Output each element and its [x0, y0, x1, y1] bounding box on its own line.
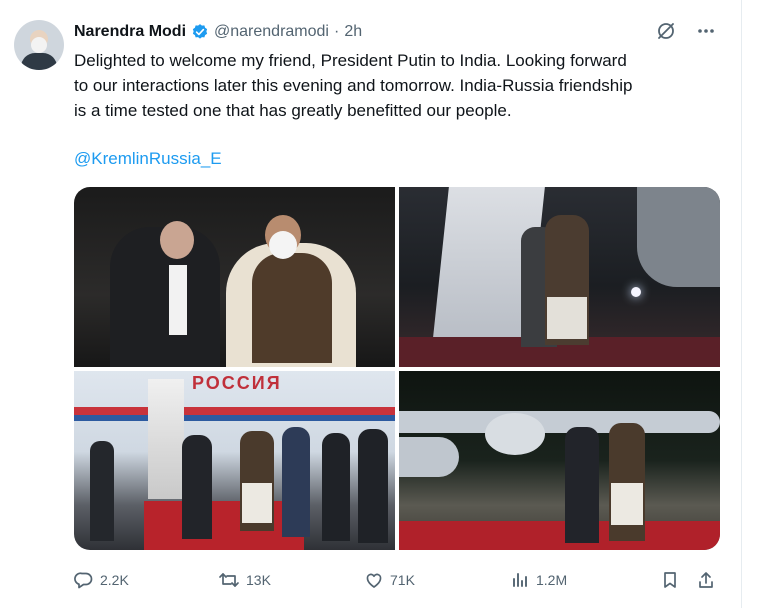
more-icon[interactable] — [695, 20, 717, 42]
media-grid: РОССИЯ — [74, 187, 720, 550]
avatar-figure — [21, 53, 57, 70]
bookmark-icon — [660, 570, 680, 590]
like-icon — [364, 570, 384, 590]
timestamp[interactable]: 2h — [344, 23, 362, 41]
photo-aircraft-stairs[interactable] — [399, 187, 720, 367]
photo-rossiya-plane[interactable]: РОССИЯ — [74, 371, 395, 550]
share-icon — [696, 570, 716, 590]
bookmark-button[interactable] — [660, 570, 680, 590]
like-count: 71K — [390, 572, 415, 588]
author-handle[interactable]: @narendramodi — [214, 23, 329, 41]
author-name[interactable]: Narendra Modi — [74, 23, 186, 41]
reply-icon — [74, 570, 94, 590]
photo-handshake[interactable] — [399, 371, 720, 550]
avatar-face — [31, 37, 47, 53]
repost-button[interactable]: 13K — [218, 570, 271, 590]
tweet-top-actions — [655, 20, 717, 42]
views-count: 1.2M — [536, 572, 568, 588]
separator-dot: · — [333, 23, 340, 40]
tweet-header: Narendra Modi @narendramodi · 2h — [74, 20, 362, 44]
repost-count: 13K — [246, 572, 271, 588]
like-button[interactable]: 71K — [364, 570, 415, 590]
views-icon — [510, 570, 530, 590]
tweet-text: Delighted to welcome my friend, Presiden… — [74, 51, 633, 120]
repost-icon — [218, 570, 240, 590]
reply-count: 2.2K — [100, 572, 129, 588]
mention-link[interactable]: @KremlinRussia_E — [74, 146, 222, 171]
views-button[interactable]: 1.2M — [510, 570, 567, 590]
share-button[interactable] — [696, 570, 716, 590]
photo-car-interior[interactable] — [74, 187, 395, 367]
rossiya-sign: РОССИЯ — [192, 373, 282, 393]
reply-button[interactable]: 2.2K — [74, 570, 129, 590]
tweet-card[interactable]: Narendra Modi @narendramodi · 2h Delight — [0, 0, 742, 608]
grok-icon[interactable] — [655, 20, 677, 42]
verified-badge-icon — [191, 23, 209, 41]
tweet-actions: 2.2K 13K 71K 1.2M — [74, 566, 724, 594]
avatar[interactable] — [14, 20, 64, 70]
